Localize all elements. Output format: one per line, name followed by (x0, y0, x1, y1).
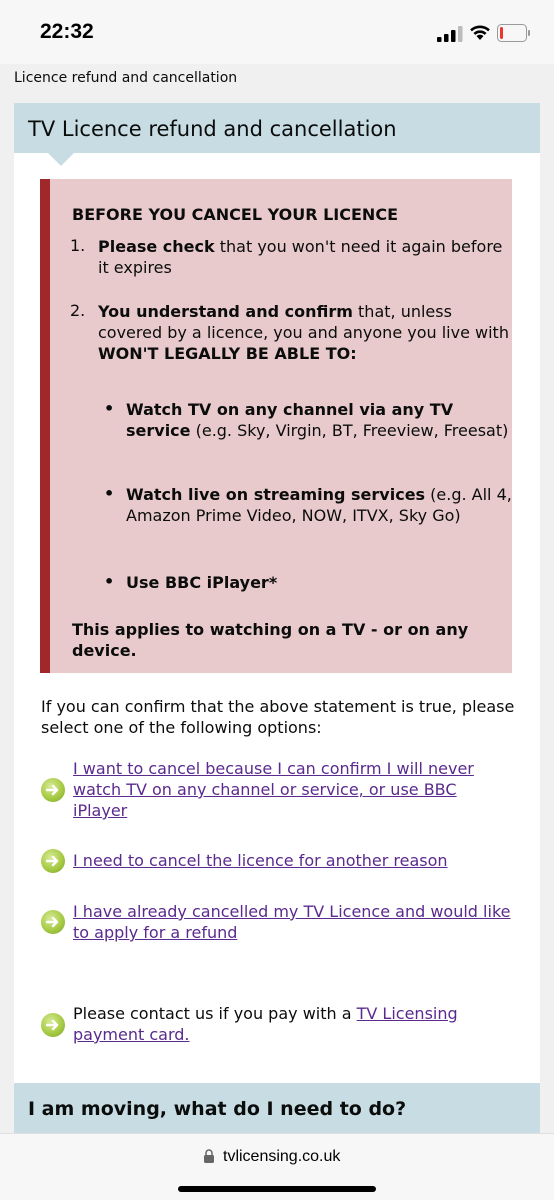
header-notch (48, 153, 74, 166)
card-header: TV Licence refund and cancellation (14, 103, 540, 153)
apply-refund-link[interactable]: I have already cancelled my TV Licence a… (73, 901, 513, 943)
list-item-bold: You understand and confirm (98, 302, 353, 321)
arrow-right-icon[interactable] (41, 849, 65, 873)
list-item: You understand and confirm that, unless … (98, 301, 518, 364)
bullet-icon: • (104, 484, 115, 503)
url-text[interactable]: tvlicensing.co.uk (223, 1148, 340, 1166)
cellular-signal-icon (437, 26, 463, 42)
refund-cancellation-card: TV Licence refund and cancellation BEFOR… (14, 103, 540, 1133)
list-item-bold: WON'T LEGALLY BE ABLE TO: (98, 344, 357, 363)
status-time: 22:32 (40, 20, 94, 43)
list-number: 1. (70, 236, 86, 255)
list-number: 2. (70, 301, 86, 320)
wifi-icon (470, 25, 490, 40)
battery-icon (497, 24, 530, 42)
intro-text: If you can confirm that the above statem… (41, 697, 515, 737)
moving-section-title: I am moving, what do I need to do? (28, 1098, 407, 1120)
bullet-icon: • (104, 572, 115, 591)
bullet-icon: • (104, 399, 115, 418)
warning-footer: This applies to watching on a TV - or on… (72, 620, 469, 660)
bullet-item: Watch TV on any channel via any TV servi… (126, 399, 516, 441)
cancel-never-watch-link[interactable]: I want to cancel because I can confirm I… (73, 758, 513, 821)
bullet-item: Use BBC iPlayer* (126, 572, 516, 593)
cancel-other-reason-link[interactable]: I need to cancel the licence for another… (73, 850, 513, 871)
status-bar: 22:32 (0, 0, 554, 64)
bullet-item: Watch live on streaming services (e.g. A… (126, 484, 516, 526)
home-indicator[interactable] (178, 1186, 376, 1192)
arrow-right-icon[interactable] (41, 778, 65, 802)
arrow-right-icon (41, 1013, 65, 1037)
list-item: Please check that you won't need it agai… (98, 236, 518, 278)
browser-address-bar[interactable]: tvlicensing.co.uk (0, 1133, 554, 1200)
contact-label: Please contact us if you pay with a (73, 1004, 357, 1023)
bullet-bold: Watch live on streaming services (126, 485, 426, 504)
arrow-right-icon[interactable] (41, 910, 65, 934)
contact-text: Please contact us if you pay with a TV L… (73, 1003, 523, 1045)
moving-section-header[interactable]: I am moving, what do I need to do? (14, 1083, 540, 1133)
card-title: TV Licence refund and cancellation (28, 117, 397, 141)
warning-title: BEFORE YOU CANCEL YOUR LICENCE (72, 205, 398, 224)
bullet-bold: Use BBC iPlayer* (126, 573, 278, 592)
warning-box: BEFORE YOU CANCEL YOUR LICENCE 1. Please… (40, 179, 512, 673)
page-heading: Licence refund and cancellation (14, 70, 238, 86)
list-item-bold: Please check (98, 237, 215, 256)
bullet-text: (e.g. Sky, Virgin, BT, Freeview, Freesat… (190, 421, 509, 440)
lock-icon (204, 1149, 214, 1163)
